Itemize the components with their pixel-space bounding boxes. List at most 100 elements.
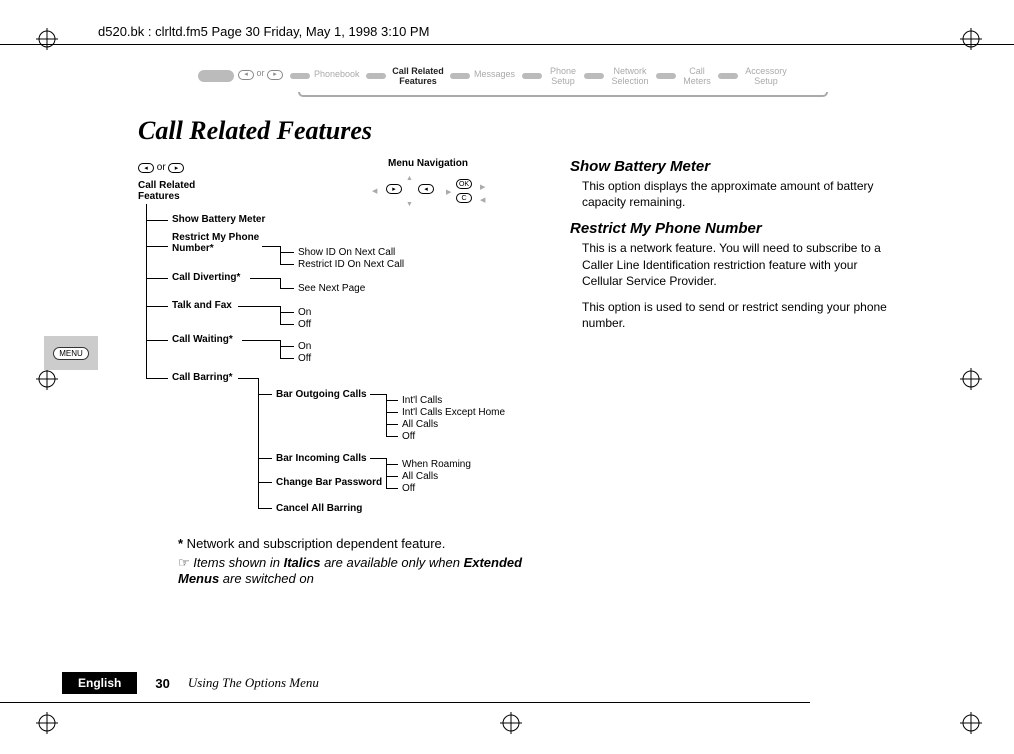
pill-connector bbox=[366, 73, 386, 79]
right-column: Show Battery Meter This option displays … bbox=[570, 158, 900, 586]
reg-mark-br bbox=[960, 712, 982, 734]
item-show-battery-meter: Show Battery Meter bbox=[172, 214, 265, 225]
or-label: or bbox=[257, 68, 265, 78]
doc-header-path: d520.bk : clrltd.fm5 Page 30 Friday, May… bbox=[98, 24, 429, 39]
footer-rule bbox=[0, 702, 810, 703]
nav-title: Menu Navigation bbox=[388, 158, 468, 169]
para-restrict-2: This option is used to send or restrict … bbox=[582, 299, 900, 331]
crumb-call-related-features: Call Related Features bbox=[388, 66, 448, 86]
tree-line bbox=[146, 220, 168, 221]
tree-line bbox=[280, 264, 294, 265]
sub-see-next-page: See Next Page bbox=[298, 283, 365, 294]
tree-line bbox=[250, 278, 280, 279]
arrow-up-icon bbox=[406, 172, 413, 183]
tree-line bbox=[258, 378, 259, 508]
reg-mark-tl bbox=[36, 28, 58, 50]
ribbon-keys: ◂ or ▸ bbox=[238, 68, 283, 80]
tree-line bbox=[280, 340, 281, 358]
page-number: 30 bbox=[155, 676, 169, 691]
tree-line bbox=[146, 378, 168, 379]
sub-off: Off bbox=[402, 483, 415, 494]
left-key-icon: ◂ bbox=[238, 70, 254, 80]
reg-mark-mr bbox=[960, 368, 982, 390]
tree-line bbox=[280, 278, 281, 288]
sub-bar-incoming: Bar Incoming Calls bbox=[276, 453, 367, 464]
sub-all-calls: All Calls bbox=[402, 419, 438, 430]
tree-line bbox=[386, 476, 398, 477]
arrow-down-icon bbox=[406, 198, 413, 209]
hand-text-2: are available only when bbox=[320, 555, 463, 570]
side-tab: MENU bbox=[44, 336, 98, 370]
menu-tree-diagram: ◂ or ▸ Call Related Features Menu Naviga… bbox=[138, 158, 548, 528]
tree-line bbox=[370, 394, 386, 395]
sub-show-id: Show ID On Next Call bbox=[298, 247, 395, 258]
sub-when-roaming: When Roaming bbox=[402, 459, 471, 470]
arrow-right-icon bbox=[480, 181, 485, 192]
para-battery-meter: This option displays the approximate amo… bbox=[582, 178, 900, 210]
hand-icon: ☞ bbox=[178, 555, 190, 570]
tree-line bbox=[386, 458, 387, 488]
item-restrict-number: Restrict My Phone Number* bbox=[172, 232, 262, 254]
c-key-icon: C bbox=[456, 192, 472, 203]
tree-line bbox=[146, 340, 168, 341]
pill-connector bbox=[450, 73, 470, 79]
heading-show-battery-meter: Show Battery Meter bbox=[570, 158, 900, 175]
tree-line bbox=[280, 358, 294, 359]
tree-line bbox=[280, 246, 281, 264]
tree-line bbox=[386, 412, 398, 413]
tree-line bbox=[238, 306, 280, 307]
sub-off: Off bbox=[298, 319, 311, 330]
heading-restrict-number: Restrict My Phone Number bbox=[570, 220, 900, 237]
crumb-phonebook: Phonebook bbox=[314, 69, 360, 79]
right-key-icon: ▸ bbox=[168, 163, 184, 173]
sub-change-bar-password: Change Bar Password bbox=[276, 477, 382, 488]
menu-key-icon: MENU bbox=[53, 347, 89, 360]
crumb-network-selection: Network Selection bbox=[608, 66, 652, 86]
diagram-root: Call Related Features bbox=[138, 180, 218, 202]
left-nav-key-icon: ◂ bbox=[418, 183, 434, 194]
star-text: Network and subscription dependent featu… bbox=[183, 536, 445, 551]
tree-line bbox=[238, 378, 258, 379]
tree-line bbox=[280, 312, 294, 313]
tree-line bbox=[386, 400, 398, 401]
language-badge: English bbox=[62, 672, 137, 694]
arrow-left-icon bbox=[480, 194, 488, 205]
crumb-phone-setup: Phone Setup bbox=[546, 66, 580, 86]
tree-line bbox=[262, 246, 280, 247]
arrow-right-icon bbox=[446, 186, 451, 197]
right-nav-key-icon: ▸ bbox=[386, 183, 402, 194]
sub-on: On bbox=[298, 307, 311, 318]
page-title: Call Related Features bbox=[138, 116, 908, 146]
tree-line bbox=[280, 346, 294, 347]
pill-connector bbox=[656, 73, 676, 79]
tree-line bbox=[242, 340, 280, 341]
header-rule bbox=[0, 44, 1014, 45]
reg-mark-tr bbox=[960, 28, 982, 50]
footnote-star: * Network and subscription dependent fea… bbox=[178, 536, 548, 551]
left-key-icon: ◂ bbox=[138, 163, 154, 173]
page-footer: English 30 Using The Options Menu bbox=[62, 672, 319, 694]
item-call-diverting: Call Diverting* bbox=[172, 272, 240, 283]
pill-connector bbox=[522, 73, 542, 79]
diagram-keys: ◂ or ▸ bbox=[138, 162, 184, 173]
section-title: Using The Options Menu bbox=[188, 675, 319, 691]
tree-line bbox=[258, 394, 272, 395]
item-talk-and-fax: Talk and Fax bbox=[172, 300, 232, 311]
reg-mark-bl bbox=[36, 712, 58, 734]
hand-text-1: Items shown in bbox=[193, 555, 283, 570]
sub-intl-calls: Int'l Calls bbox=[402, 395, 442, 406]
ok-key-icon: OK bbox=[456, 178, 472, 189]
sub-intl-except-home: Int'l Calls Except Home bbox=[402, 407, 505, 418]
right-key-icon: ▸ bbox=[267, 70, 283, 80]
para-restrict-1: This is a network feature. You will need… bbox=[582, 240, 900, 289]
tree-line bbox=[258, 508, 272, 509]
tree-line bbox=[280, 324, 294, 325]
tree-line bbox=[386, 436, 398, 437]
sub-all-calls: All Calls bbox=[402, 471, 438, 482]
sub-off: Off bbox=[298, 353, 311, 364]
tree-line bbox=[280, 306, 281, 324]
sub-cancel-all-barring: Cancel All Barring bbox=[276, 503, 362, 514]
tree-line bbox=[146, 246, 168, 247]
tree-line bbox=[386, 464, 398, 465]
pill-connector bbox=[718, 73, 738, 79]
